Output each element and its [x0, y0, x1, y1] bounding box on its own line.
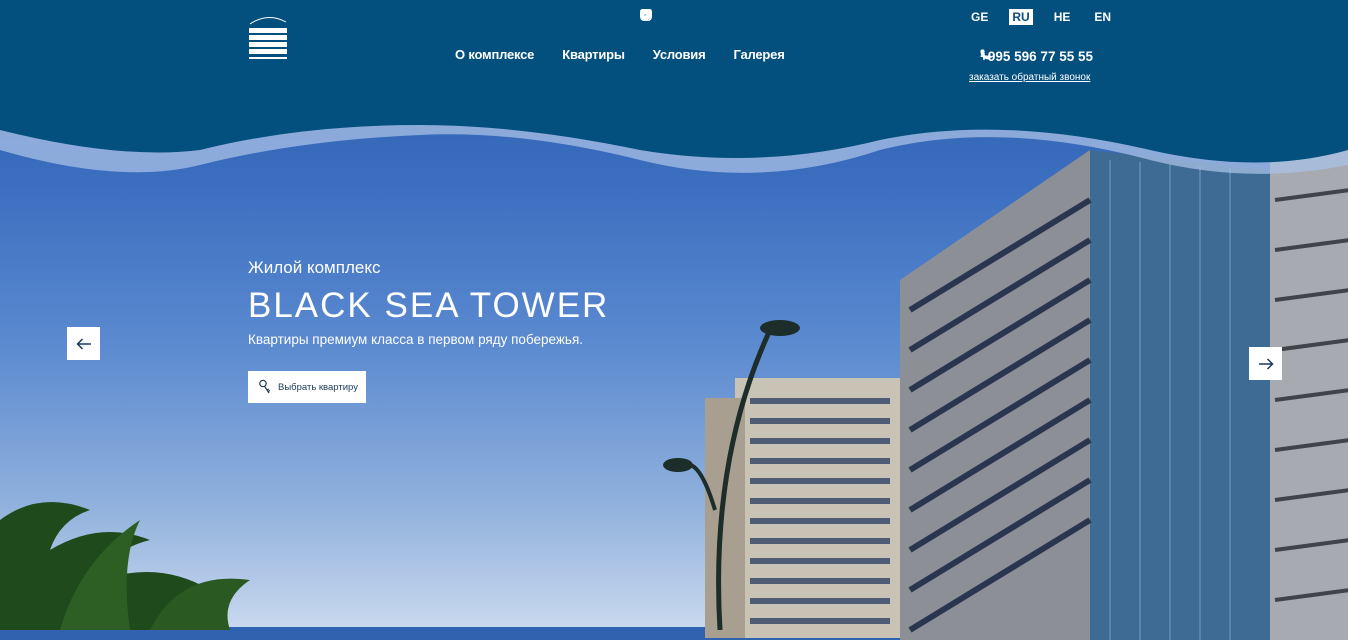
header-wave-background	[0, 0, 1348, 174]
slider-next-button[interactable]	[1249, 347, 1282, 380]
lang-ge[interactable]: GE	[968, 9, 991, 25]
hero-subtitle: Жилой комплекс	[248, 258, 381, 277]
hero-description: Квартиры премиум класса в первом ряду по…	[248, 332, 584, 347]
telegram-icon[interactable]	[640, 9, 798, 25]
building-tower-image	[900, 140, 1348, 640]
slider-prev-button[interactable]	[67, 327, 100, 360]
palm-trees-image	[0, 502, 250, 630]
lang-he[interactable]: HE	[1051, 9, 1074, 25]
choose-apartment-button[interactable]: Выбрать квартиру	[248, 371, 366, 403]
nav-link-about[interactable]: О комплексе	[455, 47, 534, 62]
facebook-icon[interactable]	[641, 9, 693, 25]
street-lamp-image	[663, 320, 800, 630]
phone-icon	[980, 49, 991, 60]
social-links	[640, 9, 798, 25]
callback-link[interactable]: заказать обратный звонок	[969, 72, 1090, 83]
instagram-icon[interactable]	[640, 9, 728, 25]
phone-number: +995 596 77 55 55	[980, 49, 1093, 64]
site-header: О комплексе Квартиры Условия Галерея GE …	[0, 0, 1348, 190]
arrow-right-icon	[1258, 357, 1274, 370]
lang-en[interactable]: EN	[1091, 9, 1114, 25]
hero-title: BLACK SEA TOWER	[248, 286, 610, 325]
nav-link-conditions[interactable]: Условия	[653, 47, 706, 62]
choose-apartment-label: Выбрать квартиру	[278, 381, 358, 393]
nav-link-apartments[interactable]: Квартиры	[562, 47, 625, 62]
arrow-left-icon	[75, 337, 91, 350]
whatsapp-icon[interactable]	[641, 9, 763, 25]
main-nav: О комплексе Квартиры Условия Галерея	[455, 47, 785, 62]
language-switcher: GE RU HE EN	[968, 9, 1114, 25]
logo[interactable]	[246, 12, 290, 62]
nav-link-gallery[interactable]: Галерея	[733, 47, 784, 62]
lang-ru[interactable]: RU	[1009, 9, 1033, 25]
phone-link[interactable]: +995 596 77 55 55	[980, 49, 1093, 64]
key-icon	[259, 379, 271, 394]
hero-content: Жилой комплекс BLACK SEA TOWER Квартиры …	[248, 258, 609, 347]
